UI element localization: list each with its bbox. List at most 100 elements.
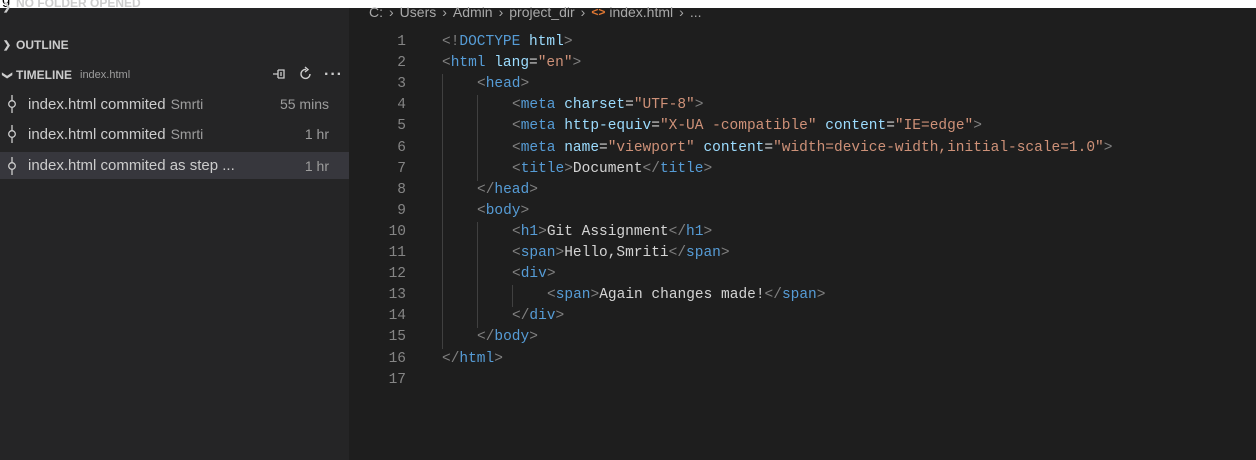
- code-token: <: [547, 287, 556, 304]
- code-text: <title>Document</title>: [512, 159, 712, 180]
- code-line[interactable]: 4 <meta charset="UTF-8">: [349, 95, 1256, 118]
- code-token: <: [512, 97, 521, 114]
- line-number: 16: [388, 350, 406, 367]
- breadcrumb-item[interactable]: Admin: [453, 4, 493, 20]
- indent-guide: [442, 243, 443, 265]
- code-line[interactable]: 17: [349, 370, 1256, 391]
- indent-guide: [442, 95, 443, 118]
- code-text: <body>: [477, 201, 529, 222]
- line-number: 1: [397, 34, 406, 50]
- indent-guide: [477, 137, 478, 160]
- code-token: <: [477, 76, 486, 93]
- code-token: =: [529, 55, 538, 72]
- code-token: </: [642, 160, 660, 177]
- code-token: http-equiv: [564, 118, 652, 135]
- code-token: body: [494, 329, 530, 346]
- explorer-sidebar: ❯ NO FOLDER OPENED ❯ OUTLINE ❯ TIMELINE …: [0, 0, 349, 460]
- code-token: charset: [564, 97, 626, 114]
- chevron-right-icon: ❯: [2, 1, 12, 13]
- code-token: >: [529, 181, 538, 198]
- breadcrumb-item[interactable]: index.html: [609, 4, 673, 20]
- timeline-item[interactable]: index.html commited Smrti 1 hr: [0, 121, 349, 147]
- timeline-item-selected[interactable]: index.html commited as step ... 1 hr: [0, 152, 349, 179]
- code-token: html: [450, 55, 486, 72]
- code-line[interactable]: 9 <body>: [349, 200, 1256, 223]
- code-line[interactable]: 6 <meta name="viewport" content="width=de…: [349, 137, 1256, 160]
- code-token: span: [555, 287, 591, 304]
- more-icon[interactable]: ···: [324, 66, 343, 84]
- code-token: body: [485, 202, 521, 219]
- code-line[interactable]: 14 </div>: [349, 306, 1256, 329]
- commit-message: index.html commited: [28, 95, 166, 113]
- no-folder-label: NO FOLDER OPENED: [16, 0, 141, 10]
- code-text: </head>: [477, 180, 538, 201]
- code-token: name: [564, 139, 600, 156]
- line-number: 13: [388, 287, 406, 304]
- code-line[interactable]: 2 <html lang="en">: [349, 53, 1256, 74]
- chevron-right-icon: ›: [498, 4, 504, 20]
- line-number: 11: [388, 245, 406, 261]
- code-token: >: [720, 245, 730, 261]
- line-number: 14: [388, 308, 406, 325]
- code-token: div: [529, 308, 556, 325]
- code-line[interactable]: 5 <meta http-equiv="X-UA -compatible" con…: [349, 116, 1256, 139]
- commit-time: 1 hr: [304, 126, 329, 142]
- commit-author: Smrti: [170, 96, 204, 112]
- code-token: >: [590, 287, 600, 304]
- code-editor[interactable]: C: › Users › Admin › project_dir › <> in…: [349, 4, 1256, 460]
- code-text: <h1>Git Assignment</h1>: [512, 222, 712, 243]
- line-number: 4: [397, 97, 406, 114]
- timeline-item[interactable]: index.html commited Smrti 55 mins: [0, 91, 349, 117]
- indent-guide: [477, 95, 478, 118]
- code-token: >: [1103, 139, 1113, 156]
- code-token: <: [512, 160, 521, 177]
- code-line[interactable]: 16 </html>: [349, 349, 1256, 370]
- code-line[interactable]: 11 <span>Hello,Smriti</span>: [349, 243, 1256, 265]
- timeline-section-header[interactable]: ❯ TIMELINE index.html ···: [0, 62, 349, 88]
- line-number: 3: [397, 76, 406, 93]
- code-line[interactable]: 13 <span>Again changes made!</span>: [349, 285, 1256, 308]
- line-number: 5: [397, 118, 406, 135]
- breadcrumb-item[interactable]: project_dir: [509, 4, 574, 20]
- code-text: <!DOCTYPE html>: [442, 32, 573, 53]
- code-line[interactable]: 10 <h1>Git Assignment</h1>: [349, 221, 1256, 244]
- code-token: =: [764, 139, 774, 156]
- line-number: 8: [397, 181, 406, 198]
- code-token: >: [564, 160, 573, 177]
- code-line[interactable]: 1 <!DOCTYPE html>: [349, 32, 1256, 53]
- code-line[interactable]: 7 <title>Document</title>: [349, 158, 1256, 181]
- code-line[interactable]: 8 </head>: [349, 179, 1256, 202]
- breadcrumb-item[interactable]: ...: [690, 4, 702, 20]
- code-token: meta: [520, 139, 556, 156]
- code-token: DOCTYPE: [459, 34, 521, 50]
- code-token: </: [512, 308, 530, 325]
- code-line[interactable]: 15 </body>: [349, 327, 1256, 350]
- commit-author: Smrti: [170, 126, 204, 142]
- indent-guide: [477, 243, 478, 265]
- commit-time: 55 mins: [279, 96, 329, 112]
- commit-time: 1 hr: [304, 157, 329, 174]
- indent-guide: [442, 179, 443, 202]
- refresh-icon[interactable]: [298, 65, 314, 85]
- outline-section-header[interactable]: ❯ OUTLINE: [0, 32, 349, 58]
- indent-guide: [512, 285, 513, 308]
- code-text: <head>: [477, 74, 529, 95]
- code-line[interactable]: 12 <div>: [349, 264, 1256, 287]
- indent-guide: [442, 264, 443, 287]
- code-line[interactable]: 3 <head>: [349, 74, 1256, 97]
- breadcrumb-item[interactable]: Users: [400, 4, 437, 20]
- timeline-actions: ···: [272, 62, 343, 88]
- code-token: >: [816, 287, 826, 304]
- code-token: <: [477, 202, 486, 219]
- code-token: content: [703, 139, 765, 156]
- no-folder-section-header[interactable]: ❯ NO FOLDER OPENED: [0, 0, 349, 14]
- code-token: >: [973, 118, 982, 135]
- breadcrumb-item[interactable]: C:: [369, 4, 383, 20]
- line-number: 12: [388, 266, 406, 283]
- indent-guide: [442, 221, 443, 244]
- code-token: meta: [520, 118, 556, 135]
- pin-icon[interactable]: [272, 67, 288, 84]
- code-token: Hello,Smriti: [564, 245, 669, 261]
